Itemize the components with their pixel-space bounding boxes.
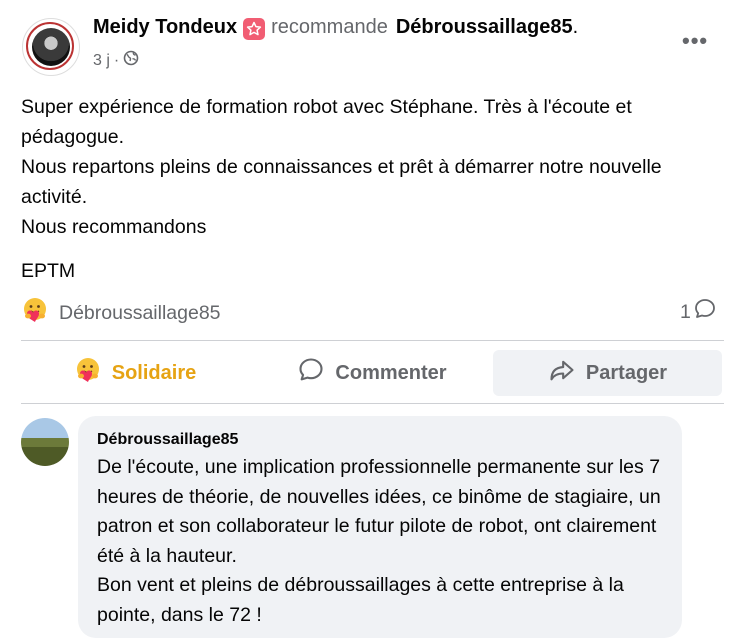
- recommended-page-name[interactable]: Débroussaillage85: [396, 16, 573, 39]
- globe-icon: [123, 50, 139, 71]
- comment-icon: [297, 356, 325, 390]
- comment-button[interactable]: Commenter: [258, 350, 486, 396]
- comment-paragraph: De l'écoute, une implication professionn…: [97, 456, 661, 567]
- share-button-label: Partager: [585, 361, 668, 384]
- comment-count-icon: [693, 297, 717, 327]
- comments-count[interactable]: 1: [680, 297, 717, 327]
- more-icon[interactable]: •••: [682, 28, 708, 54]
- comment-paragraph: Bon vent et pleins de débroussaillages à…: [97, 574, 624, 626]
- post-time[interactable]: 3 j: [93, 52, 110, 70]
- avatar-photo: [32, 28, 70, 66]
- care-reaction-icon: [74, 356, 102, 390]
- recommend-text: recommande: [271, 16, 388, 38]
- share-icon: [548, 356, 576, 390]
- reactions-summary[interactable]: Débroussaillage85: [21, 296, 221, 330]
- divider: [21, 403, 724, 404]
- react-button-label: Solidaire: [111, 361, 197, 384]
- comment-author[interactable]: Débroussaillage85: [97, 431, 238, 449]
- meta-separator: ·: [113, 51, 120, 69]
- react-button[interactable]: Solidaire: [21, 350, 249, 396]
- post-paragraph: Nous repartons pleins de connaissances e…: [21, 156, 662, 208]
- comment-button-label: Commenter: [335, 361, 447, 384]
- commenter-avatar[interactable]: [21, 418, 69, 466]
- post-paragraph: Nous recommandons: [21, 216, 207, 238]
- header-period: .: [572, 16, 579, 38]
- reactions-name: Débroussaillage85: [59, 301, 221, 324]
- comment-body: De l'écoute, une implication professionn…: [97, 453, 677, 630]
- author-avatar[interactable]: [22, 18, 80, 76]
- author-name[interactable]: Meidy Tondeux: [93, 16, 237, 39]
- post-paragraph: EPTM: [21, 260, 76, 282]
- post-body: Super expérience de formation robot avec…: [21, 92, 731, 286]
- share-button[interactable]: Partager: [493, 350, 722, 396]
- post-meta: 3 j ·: [93, 50, 139, 71]
- divider: [21, 340, 724, 341]
- comments-count-value: 1: [680, 300, 691, 323]
- star-badge-icon: [243, 17, 266, 40]
- post-paragraph: Super expérience de formation robot avec…: [21, 96, 632, 148]
- care-reaction-icon: [21, 296, 49, 330]
- post-header: Meidy Tondeux recommande Débroussaillage…: [93, 16, 579, 40]
